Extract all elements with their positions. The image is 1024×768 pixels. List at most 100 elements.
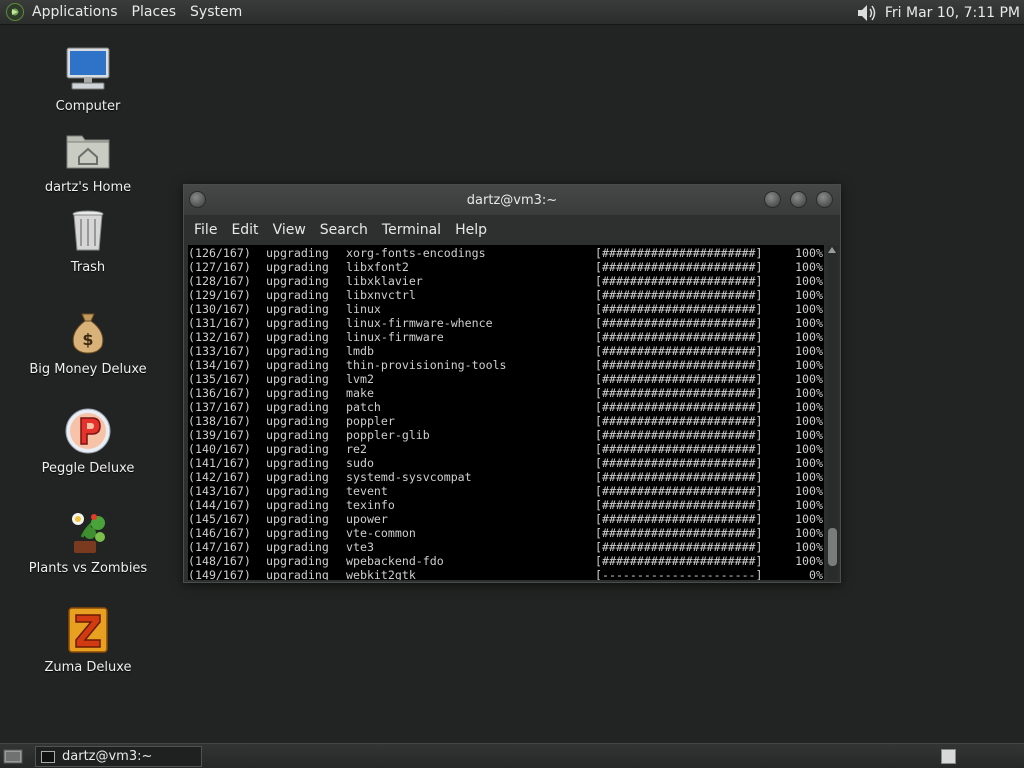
- line-action: upgrading: [266, 302, 329, 316]
- desktop-icon-label: Trash: [70, 260, 106, 275]
- line-action: upgrading: [266, 484, 329, 498]
- line-percent: 100%: [795, 540, 823, 554]
- terminal-line: (145/167) upgrading upower [###############…: [188, 512, 824, 526]
- line-progress-bar: [######################]: [595, 484, 763, 498]
- volume-icon[interactable]: [855, 2, 877, 24]
- terminal-line: (130/167) upgrading linux [################…: [188, 302, 824, 316]
- line-action: upgrading: [266, 344, 329, 358]
- line-package: tevent: [346, 484, 388, 498]
- line-percent: 100%: [795, 470, 823, 484]
- terminal-titlebar[interactable]: dartz@vm3:~: [184, 185, 840, 215]
- top-panel: Applications Places System Fri Mar 10, 7…: [0, 0, 1024, 25]
- desktop-icon-peggle[interactable]: Peggle Deluxe: [8, 407, 168, 476]
- terminal-scrollbar[interactable]: [827, 245, 838, 580]
- line-count: (142/167): [188, 470, 251, 484]
- line-progress-bar: [######################]: [595, 344, 763, 358]
- line-package: vte3: [346, 540, 374, 554]
- line-package: libxfont2: [346, 260, 409, 274]
- system-menu[interactable]: System: [184, 0, 250, 25]
- line-action: upgrading: [266, 470, 329, 484]
- close-button[interactable]: [816, 191, 833, 208]
- line-package: poppler: [346, 414, 395, 428]
- terminal-line: (126/167) upgrading xorg-fonts-encodings [#…: [188, 246, 824, 260]
- line-progress-bar: [######################]: [595, 442, 763, 456]
- desktop-icon-label: Big Money Deluxe: [29, 362, 147, 377]
- desktop-icon-trash[interactable]: Trash: [8, 206, 168, 275]
- desktop-icon-zuma[interactable]: Zuma Deluxe: [8, 606, 168, 675]
- places-menu[interactable]: Places: [126, 0, 185, 25]
- maximize-button[interactable]: [790, 191, 807, 208]
- terminal-line: (128/167) upgrading libxklavier [##########…: [188, 274, 824, 288]
- line-package: systemd-sysvcompat: [346, 470, 472, 484]
- line-progress-bar: [######################]: [595, 386, 763, 400]
- terminal-menubar: File Edit View Search Terminal Help: [184, 215, 840, 245]
- applications-menu[interactable]: Applications: [0, 0, 126, 25]
- terminal-output[interactable]: (126/167) upgrading xorg-fonts-encodings [#…: [188, 245, 824, 580]
- home-folder-icon: [64, 126, 112, 174]
- desktop-icon-label: Plants vs Zombies: [28, 561, 148, 576]
- line-package: patch: [346, 400, 381, 414]
- line-count: (128/167): [188, 274, 251, 288]
- system-menu-label: System: [190, 4, 243, 20]
- trash-icon: [64, 206, 112, 254]
- workspace-switcher[interactable]: [941, 749, 956, 764]
- line-package: lmdb: [346, 344, 374, 358]
- line-action: upgrading: [266, 414, 329, 428]
- line-count: (134/167): [188, 358, 251, 372]
- menu-search[interactable]: Search: [313, 222, 375, 238]
- line-count: (133/167): [188, 344, 251, 358]
- line-package: poppler-glib: [346, 428, 430, 442]
- line-action: upgrading: [266, 274, 329, 288]
- scrollbar-thumb[interactable]: [828, 528, 837, 566]
- show-desktop-icon[interactable]: [3, 747, 23, 765]
- line-progress-bar: [######################]: [595, 358, 763, 372]
- line-action: upgrading: [266, 540, 329, 554]
- line-count: (147/167): [188, 540, 251, 554]
- line-percent: 100%: [795, 330, 823, 344]
- line-percent: 100%: [795, 246, 823, 260]
- line-percent: 100%: [795, 414, 823, 428]
- terminal-line: (141/167) upgrading sudo [#################…: [188, 456, 824, 470]
- menu-view[interactable]: View: [266, 222, 313, 238]
- plants-icon: [64, 507, 112, 555]
- terminal-line: (132/167) upgrading linux-firmware [#######…: [188, 330, 824, 344]
- terminal-window[interactable]: dartz@vm3:~ File Edit View Search Termin…: [183, 184, 841, 583]
- menu-file[interactable]: File: [187, 222, 224, 238]
- minimize-button[interactable]: [764, 191, 781, 208]
- menu-terminal[interactable]: Terminal: [375, 222, 448, 238]
- line-percent: 100%: [795, 554, 823, 568]
- scroll-up-arrow-icon[interactable]: [828, 247, 836, 253]
- desktop-icon-home[interactable]: dartz's Home: [8, 126, 168, 195]
- terminal-line: (138/167) upgrading poppler [##############…: [188, 414, 824, 428]
- line-action: upgrading: [266, 330, 329, 344]
- line-package: webkit2gtk: [346, 568, 416, 580]
- desktop-icon-computer[interactable]: Computer: [8, 45, 168, 114]
- line-progress-bar: [######################]: [595, 288, 763, 302]
- desktop-icon-big-money[interactable]: $ Big Money Deluxe: [8, 308, 168, 377]
- line-progress-bar: [######################]: [595, 498, 763, 512]
- applications-menu-label: Applications: [32, 4, 118, 20]
- line-count: (141/167): [188, 456, 251, 470]
- line-progress-bar: [######################]: [595, 526, 763, 540]
- line-progress-bar: [######################]: [595, 414, 763, 428]
- line-count: (130/167): [188, 302, 251, 316]
- line-action: upgrading: [266, 386, 329, 400]
- clock[interactable]: Fri Mar 10, 7:11 PM: [885, 5, 1020, 21]
- line-percent: 100%: [795, 260, 823, 274]
- line-progress-bar: [######################]: [595, 274, 763, 288]
- line-percent: 100%: [795, 302, 823, 316]
- desktop-icon-label: dartz's Home: [44, 180, 132, 195]
- line-percent: 100%: [795, 456, 823, 470]
- menu-help[interactable]: Help: [448, 222, 494, 238]
- line-percent: 100%: [795, 498, 823, 512]
- line-action: upgrading: [266, 568, 329, 580]
- desktop-icon-label: Computer: [55, 99, 121, 114]
- line-progress-bar: [######################]: [595, 428, 763, 442]
- computer-icon: [64, 45, 112, 93]
- desktop-icon-plants-vs-zombies[interactable]: Plants vs Zombies: [8, 507, 168, 576]
- line-count: (135/167): [188, 372, 251, 386]
- taskbar-window-button[interactable]: dartz@vm3:~: [35, 746, 202, 767]
- terminal-line: (131/167) upgrading linux-firmware-whence […: [188, 316, 824, 330]
- places-menu-label: Places: [131, 4, 177, 20]
- menu-edit[interactable]: Edit: [224, 222, 265, 238]
